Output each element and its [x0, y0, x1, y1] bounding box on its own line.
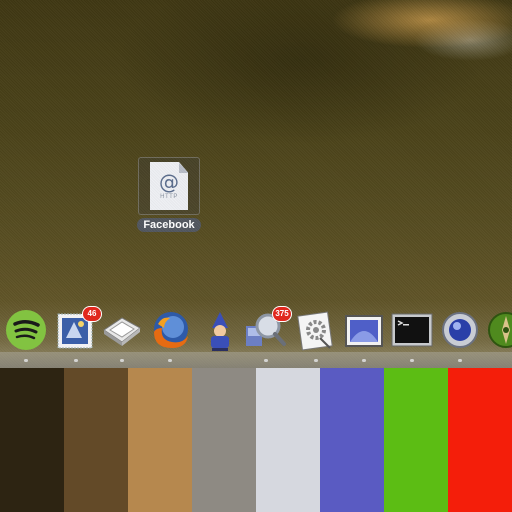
dock-item-qsync[interactable] [438, 308, 482, 362]
green-compass-icon [488, 312, 512, 348]
palette-swatch-3 [128, 368, 192, 512]
wizard-icon [211, 312, 229, 351]
color-palette-strip [0, 368, 512, 512]
palette-swatch-4 [192, 368, 256, 512]
dock-item-photo-viewer[interactable] [342, 308, 386, 362]
dock-item-firefox[interactable] [148, 308, 192, 362]
spotify-icon [6, 310, 46, 350]
notification-count-badge: 375 [272, 306, 292, 322]
webloc-file-icon: @ HTTP [150, 162, 188, 210]
file-selection-highlight: @ HTTP [138, 157, 200, 215]
firefox-icon [154, 312, 188, 348]
dock-item-system-preferences[interactable] [294, 308, 338, 362]
photo-frame-icon [345, 315, 383, 347]
dock-item-preview[interactable] [100, 308, 144, 362]
running-indicator [314, 359, 318, 362]
running-indicator [458, 359, 462, 362]
running-indicator [168, 359, 172, 362]
running-indicator [120, 359, 124, 362]
dock-item-network[interactable]: 375 [244, 306, 292, 362]
running-indicator [74, 359, 78, 362]
running-indicator [362, 359, 366, 362]
dock: 46 375 [0, 300, 512, 368]
desktop-file-facebook[interactable]: @ HTTP Facebook [137, 157, 201, 233]
blue-orb-icon [442, 312, 478, 348]
unread-count-badge: 46 [82, 306, 102, 322]
palette-swatch-6 [320, 368, 384, 512]
dock-item-mail[interactable]: 46 [54, 306, 102, 362]
running-indicator [24, 359, 28, 362]
palette-swatch-1 [0, 368, 64, 512]
dock-item-spotify[interactable] [4, 308, 48, 362]
palette-swatch-2 [64, 368, 128, 512]
preview-icon [103, 317, 141, 346]
running-indicator [410, 359, 414, 362]
running-indicator [264, 359, 268, 362]
gear-document-icon [297, 311, 333, 351]
dock-item-green-app[interactable] [484, 308, 512, 352]
palette-swatch-8 [448, 368, 512, 512]
file-name-label[interactable]: Facebook [137, 218, 201, 232]
dock-item-wizard[interactable] [198, 308, 242, 352]
palette-swatch-7 [384, 368, 448, 512]
dock-item-terminal[interactable] [390, 308, 434, 362]
at-sign-glyph: @ [159, 170, 179, 194]
terminal-icon [391, 313, 433, 347]
palette-swatch-5 [256, 368, 320, 512]
file-kind-label: HTTP [160, 194, 178, 200]
